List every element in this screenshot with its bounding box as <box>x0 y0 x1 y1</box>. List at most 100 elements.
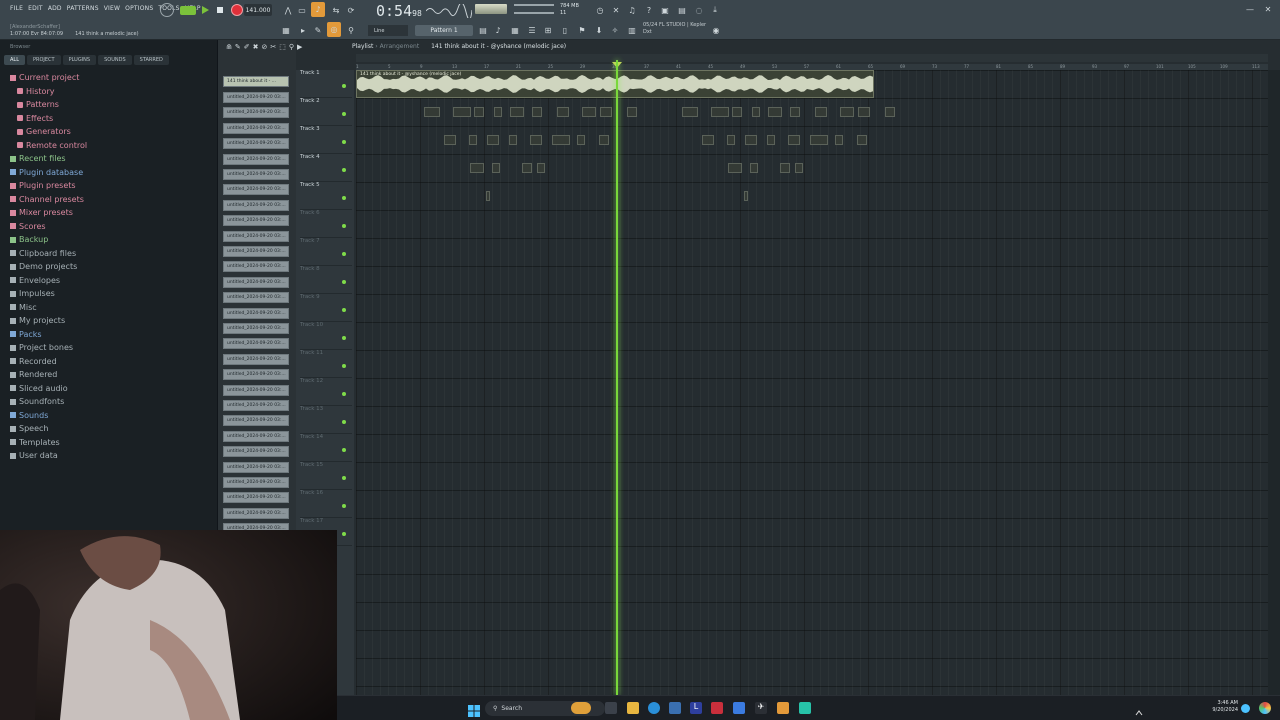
fl-studio-taskbar-icon[interactable] <box>777 702 789 714</box>
clip-source-item[interactable]: untitled_2024-09-20 03:... <box>223 369 289 381</box>
project-icon[interactable]: ▯ <box>560 25 570 36</box>
browser-item[interactable]: Scores <box>10 220 87 234</box>
app-teal-icon[interactable] <box>799 702 811 714</box>
wait-input-icon[interactable]: ▭ <box>296 5 308 15</box>
slice-tool-icon[interactable]: ✂ <box>270 43 276 51</box>
edge-icon[interactable] <box>648 702 660 714</box>
stop-button[interactable] <box>215 5 225 15</box>
track-enable-led[interactable] <box>342 476 346 480</box>
clip-source-item[interactable]: untitled_2024-09-20 03:... <box>223 122 289 134</box>
track-enable-led[interactable] <box>342 364 346 368</box>
track-enable-led[interactable] <box>342 84 346 88</box>
audio-fragment-clip[interactable] <box>582 107 597 117</box>
loop-record-icon[interactable]: ⟳ <box>345 5 357 15</box>
close-window-icon[interactable]: ✕ <box>1262 4 1274 14</box>
track-enable-led[interactable] <box>342 196 346 200</box>
audio-fragment-clip[interactable] <box>885 107 896 117</box>
browser-item[interactable]: Patterns <box>10 98 87 112</box>
audio-fragment-clip[interactable] <box>530 135 543 145</box>
clip-source-item[interactable]: untitled_2024-09-20 03:... <box>223 184 289 196</box>
audio-fragment-clip[interactable] <box>768 107 783 117</box>
help-icon[interactable]: ? <box>643 4 655 16</box>
clip-source-item[interactable]: untitled_2024-09-20 03:... <box>223 492 289 504</box>
app-l-icon[interactable]: L <box>690 702 702 714</box>
audio-fragment-clip[interactable] <box>557 107 570 117</box>
touch-icon[interactable]: ✧ <box>610 25 620 36</box>
record-button[interactable] <box>231 4 243 16</box>
audio-fragment-clip[interactable] <box>858 107 871 117</box>
vertical-scrollbar[interactable] <box>1268 70 1280 695</box>
clip-source-item[interactable]: untitled_2024-09-20 03:... <box>223 215 289 227</box>
store-icon[interactable] <box>669 702 681 714</box>
audio-fragment-clip[interactable] <box>494 107 503 117</box>
audio-fragment-clip[interactable] <box>577 135 586 145</box>
delete-tool-icon[interactable]: ✖ <box>253 43 259 51</box>
clip-source-item[interactable]: untitled_2024-09-20 03:... <box>223 138 289 150</box>
clip-source-item[interactable]: untitled_2024-09-20 03:... <box>223 400 289 411</box>
browser-item[interactable]: Plugin presets <box>10 179 87 193</box>
save-icon[interactable]: ▣ <box>659 4 671 16</box>
audio-fragment-clip[interactable] <box>810 135 828 145</box>
network-icon[interactable] <box>1151 702 1159 714</box>
track-enable-led[interactable] <box>342 252 346 256</box>
clip-source-item[interactable]: untitled_2024-09-20 03:... <box>223 292 289 304</box>
audio-fragment-clip[interactable] <box>749 163 758 173</box>
browser-item[interactable]: Rendered <box>10 368 87 382</box>
master-pitch-slider[interactable] <box>514 4 554 6</box>
menu-file[interactable]: FILE <box>10 5 23 12</box>
countdown-icon[interactable]: ♪ <box>311 2 325 17</box>
clip-source-item[interactable]: untitled_2024-09-20 03:... <box>223 153 289 165</box>
download-icon[interactable]: ⤓ <box>709 4 721 16</box>
audio-fragment-clip[interactable] <box>474 107 485 117</box>
audio-fragment-clip[interactable] <box>491 163 500 173</box>
mixer-icon[interactable]: ☰ <box>527 25 537 36</box>
browser-item[interactable]: Current project <box>10 71 87 85</box>
clip-source-item[interactable]: untitled_2024-09-20 03:... <box>223 338 289 350</box>
menu-options[interactable]: OPTIONS <box>125 5 153 12</box>
track-header[interactable]: Track 4 <box>300 154 352 182</box>
play-button[interactable] <box>200 5 210 15</box>
pencil-icon[interactable]: ✎ <box>313 25 323 36</box>
update-icon[interactable]: ◉ <box>711 25 721 36</box>
track-header[interactable]: Track 15 <box>300 462 352 490</box>
browser-item[interactable]: Misc <box>10 301 87 315</box>
browser-item[interactable]: Recent files <box>10 152 87 166</box>
audio-fragment-clip[interactable] <box>552 135 570 145</box>
browser-tab-starred[interactable]: STARRED <box>133 55 169 65</box>
audio-fragment-clip[interactable] <box>424 107 440 117</box>
track-header[interactable]: Track 16 <box>300 490 352 518</box>
audio-fragment-clip[interactable] <box>532 107 542 117</box>
audio-fragment-clip[interactable] <box>815 107 828 117</box>
export-icon[interactable]: ▤ <box>676 4 688 16</box>
browser-item[interactable]: Sliced audio <box>10 382 87 396</box>
track-enable-led[interactable] <box>342 392 346 396</box>
browser-item[interactable]: Recorded <box>10 355 87 369</box>
clip-source-item[interactable]: untitled_2024-09-20 03:... <box>223 384 289 396</box>
typing-keyboard-icon[interactable]: ◎ <box>327 22 341 37</box>
browser-tab-sounds[interactable]: SOUNDS <box>98 55 132 65</box>
browser-item[interactable]: User data <box>10 449 87 463</box>
track-enable-led[interactable] <box>342 336 346 340</box>
track-enable-led[interactable] <box>342 420 346 424</box>
browser-tab-plugins[interactable]: PLUGINS <box>62 55 97 65</box>
tempo-tool-icon[interactable]: ◷ <box>594 4 606 16</box>
browser-item[interactable]: Packs <box>10 328 87 342</box>
track-header[interactable]: Track 12 <box>300 378 352 406</box>
audio-fragment-clip[interactable] <box>790 107 800 117</box>
browser-item[interactable]: Plugin database <box>10 166 87 180</box>
track-header[interactable]: Track 11 <box>300 350 352 378</box>
audio-fragment-clip[interactable] <box>600 107 613 117</box>
track-enable-led[interactable] <box>342 532 346 536</box>
app-blue-icon[interactable] <box>733 702 745 714</box>
audio-fragment-clip[interactable] <box>732 107 743 117</box>
track-header[interactable]: Track 2 <box>300 98 352 126</box>
browser-item[interactable]: Demo projects <box>10 260 87 274</box>
clip-source-item[interactable]: untitled_2024-09-20 03:... <box>223 353 289 365</box>
audio-fragment-clip[interactable] <box>702 135 714 145</box>
audio-fragment-clip[interactable] <box>486 191 490 201</box>
clip-source-item[interactable]: untitled_2024-09-20 03:... <box>223 276 289 288</box>
brush-tool-icon[interactable]: ✐ <box>244 43 250 51</box>
audio-fragment-clip[interactable] <box>727 135 736 145</box>
select-tool-icon[interactable]: ⬚ <box>279 43 286 51</box>
windows-start-icon[interactable] <box>468 702 480 717</box>
